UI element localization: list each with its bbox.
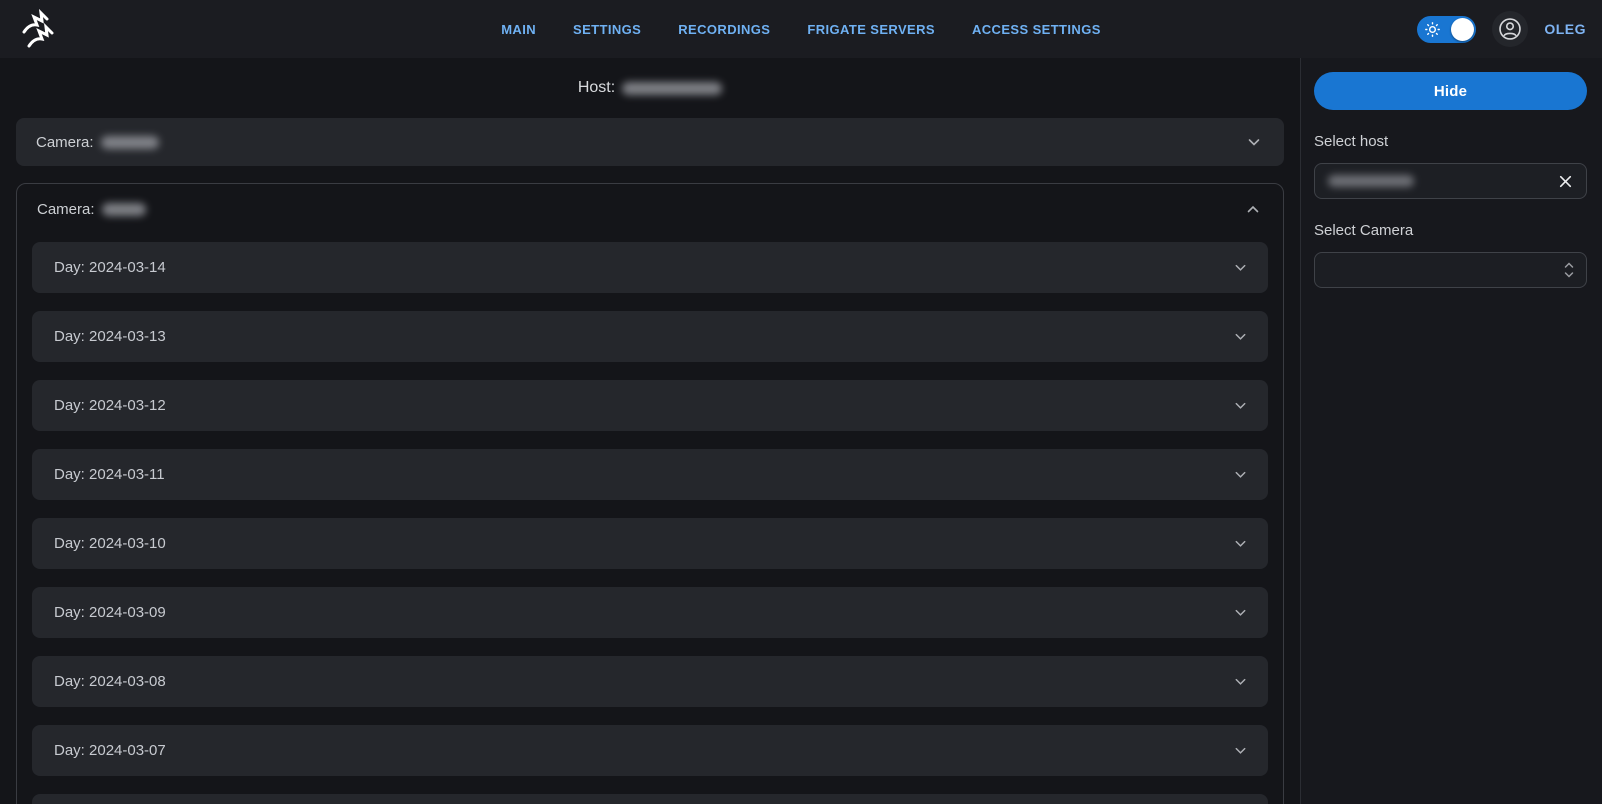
day-row[interactable]: Day: 2024-03-12: [32, 380, 1268, 431]
day-label: Day: 2024-03-10: [54, 535, 166, 552]
toggle-knob: [1451, 18, 1474, 41]
day-label: Day: 2024-03-09: [54, 604, 166, 621]
chevron-down-icon: [1233, 467, 1248, 482]
day-label: Day: 2024-03-11: [54, 466, 165, 483]
camera-value-redacted: [102, 203, 146, 216]
day-row-partial[interactable]: [32, 794, 1268, 804]
day-row[interactable]: Day: 2024-03-11: [32, 449, 1268, 500]
unfold-more-icon: [1562, 261, 1576, 279]
day-accordion-list: Day: 2024-03-14 Day: 2024-03-13: [17, 234, 1283, 804]
host-input-value-redacted: [1328, 175, 1414, 187]
camera-value-redacted: [101, 136, 159, 149]
day-rows: Day: 2024-03-14 Day: 2024-03-13: [32, 242, 1268, 776]
host-value-redacted: [622, 82, 722, 95]
app-window: MAIN SETTINGS RECORDINGS FRIGATE SERVERS…: [0, 0, 1602, 804]
day-row[interactable]: Day: 2024-03-13: [32, 311, 1268, 362]
chevron-up-icon: [1245, 201, 1261, 217]
chevron-down-icon: [1233, 743, 1248, 758]
nav-link[interactable]: RECORDINGS: [678, 22, 770, 37]
chevron-down-icon: [1233, 398, 1248, 413]
nav-link[interactable]: SETTINGS: [573, 22, 641, 37]
recordings-main: Host: Camera: Camera:: [0, 58, 1300, 804]
theme-toggle[interactable]: [1417, 16, 1476, 43]
camera-row-label: Camera:: [36, 134, 159, 151]
select-host-label: Select host: [1314, 133, 1587, 150]
day-row[interactable]: Day: 2024-03-14: [32, 242, 1268, 293]
camera-label: Camera:: [36, 134, 94, 151]
host-label: Host:: [578, 79, 615, 97]
filter-sidebar: Hide Select host Select Camera: [1300, 58, 1602, 804]
nav-link[interactable]: MAIN: [501, 22, 536, 37]
chevron-down-icon: [1233, 536, 1248, 551]
user-icon: [1497, 16, 1523, 42]
day-row[interactable]: Day: 2024-03-10: [32, 518, 1268, 569]
topbar-right: OLEG: [1372, 11, 1586, 47]
chevron-down-icon: [1233, 674, 1248, 689]
day-label: Day: 2024-03-14: [54, 259, 166, 276]
day-row[interactable]: Day: 2024-03-08: [32, 656, 1268, 707]
user-name[interactable]: OLEG: [1544, 21, 1586, 37]
camera-row-label: Camera:: [37, 201, 146, 218]
day-row[interactable]: Day: 2024-03-09: [32, 587, 1268, 638]
camera-accordion-collapsed[interactable]: Camera:: [16, 118, 1284, 166]
host-select-input[interactable]: [1314, 163, 1587, 199]
clear-host-button[interactable]: [1557, 173, 1574, 190]
hide-button[interactable]: Hide: [1314, 72, 1587, 110]
x-icon: [1557, 173, 1574, 190]
topbar: MAIN SETTINGS RECORDINGS FRIGATE SERVERS…: [0, 0, 1602, 58]
camera-panel-header[interactable]: Camera:: [17, 184, 1283, 234]
camera-accordion-expanded: Camera: Day: 2024-03-14: [16, 183, 1284, 804]
nav-link[interactable]: FRIGATE SERVERS: [807, 22, 935, 37]
nav-link[interactable]: ACCESS SETTINGS: [972, 22, 1101, 37]
frigate-birds-logo[interactable]: [16, 6, 230, 52]
camera-label: Camera:: [37, 201, 95, 218]
day-row[interactable]: Day: 2024-03-07: [32, 725, 1268, 776]
camera-select[interactable]: [1314, 252, 1587, 288]
sun-icon: [1424, 21, 1441, 43]
main-nav: MAIN SETTINGS RECORDINGS FRIGATE SERVERS…: [230, 22, 1372, 37]
chevron-down-icon: [1246, 134, 1262, 150]
day-label: Day: 2024-03-07: [54, 742, 166, 759]
chevron-down-icon: [1233, 605, 1248, 620]
day-label: Day: 2024-03-13: [54, 328, 166, 345]
chevron-down-icon: [1233, 329, 1248, 344]
day-label: Day: 2024-03-08: [54, 673, 166, 690]
user-avatar-button[interactable]: [1492, 11, 1528, 47]
chevron-down-icon: [1233, 260, 1248, 275]
page-body: Host: Camera: Camera:: [0, 58, 1602, 804]
frigate-birds-logo-icon: [16, 6, 62, 52]
day-label: Day: 2024-03-12: [54, 397, 166, 414]
host-title: Host:: [16, 58, 1284, 118]
select-camera-label: Select Camera: [1314, 222, 1587, 239]
